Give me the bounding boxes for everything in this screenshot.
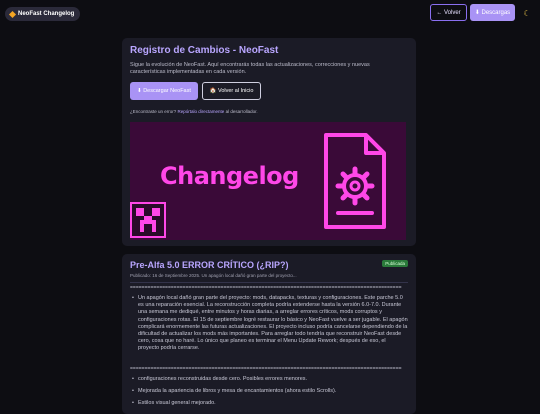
report-prefix: ¿Encontraste un error?	[130, 109, 178, 114]
list-item: configuraciones reconstruidas desde cero…	[132, 376, 408, 383]
intro-card: Registro de Cambios - NeoFast Sigue la e…	[122, 38, 416, 246]
downloads-button-label: ⬇ Descargas	[474, 10, 511, 16]
download-neofast-label: ⬇ Descargar NeoFast	[137, 88, 191, 94]
back-button[interactable]: ← Volver	[430, 4, 467, 21]
logo-icon	[8, 10, 17, 18]
entry-card: Pre-Alfa 5.0 ERROR CRÍTICO (¿RIP?) Publi…	[122, 254, 416, 414]
status-badge: Publicada	[382, 260, 408, 267]
action-buttons: ⬇ Descargar NeoFast 🏠 Volver al Inicio	[130, 82, 261, 100]
brand-badge[interactable]: NeoFast Changelog	[5, 7, 81, 21]
list-item: Un apagón local dañó gran parte del proy…	[132, 295, 408, 353]
home-button[interactable]: 🏠 Volver al Inicio	[202, 82, 261, 100]
intro-description: Sigue la evolución de NeoFast. Aquí enco…	[130, 62, 370, 75]
report-text: ¿Encontraste un error? Repórtalo directa…	[130, 109, 258, 114]
divider	[130, 282, 408, 283]
brand-label: NeoFast Changelog	[18, 11, 75, 17]
list-item: Estilos visual general mejorado.	[132, 400, 408, 407]
separator-line: ========================================…	[130, 285, 402, 291]
back-button-label: ← Volver	[436, 9, 461, 16]
page-title: Registro de Cambios - NeoFast	[130, 45, 279, 56]
home-button-label: 🏠 Volver al Inicio	[209, 88, 254, 94]
report-link[interactable]: Repórtalo directamente	[178, 109, 225, 114]
download-neofast-button[interactable]: ⬇ Descargar NeoFast	[130, 82, 198, 100]
downloads-button[interactable]: ⬇ Descargas	[470, 4, 515, 21]
moon-icon[interactable]: ☾	[520, 6, 534, 20]
changelog-banner: Changelog	[130, 122, 406, 240]
creeper-face-icon	[136, 208, 160, 232]
banner-title: Changelog	[160, 162, 299, 190]
top-bar: NeoFast Changelog ← Volver ⬇ Descargas ☾	[0, 0, 540, 28]
separator-line: ========================================…	[130, 366, 402, 372]
list-item: Mejorada la apariencia de libros y mesa …	[132, 388, 408, 395]
entry-title: Pre-Alfa 5.0 ERROR CRÍTICO (¿RIP?)	[130, 260, 289, 270]
entry-meta: Publicado: 16 de Septiembre 2025. Un apa…	[130, 273, 297, 278]
document-gear-icon	[324, 133, 386, 229]
creeper-icon	[130, 202, 166, 238]
report-suffix: al desarrollador.	[224, 109, 258, 114]
